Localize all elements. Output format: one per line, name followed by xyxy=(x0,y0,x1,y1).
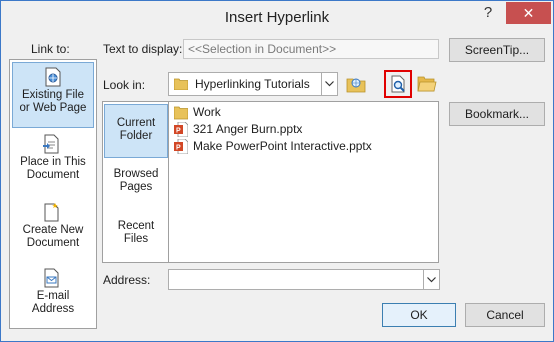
link-to-create-line2: Document xyxy=(26,237,80,249)
nav-browsed-line1: Browsed xyxy=(113,168,159,180)
link-to-create-new-document[interactable]: Create New Document xyxy=(11,200,95,260)
ok-button[interactable]: OK xyxy=(382,303,456,327)
file-name: 321 Anger Burn.pptx xyxy=(193,122,303,136)
folder-icon xyxy=(174,106,188,120)
open-folder-icon xyxy=(417,76,437,92)
nav-current-folder[interactable]: Current Folder xyxy=(104,104,168,158)
link-to-place-line2: Document xyxy=(26,169,80,181)
text-to-display-label: Text to display: xyxy=(103,42,183,56)
new-document-icon xyxy=(44,203,59,222)
link-to-existing-file-line2: or Web Page xyxy=(19,102,87,114)
look-in-label: Look in: xyxy=(103,78,146,92)
address-label: Address: xyxy=(103,273,151,287)
nav-recent-line2: Files xyxy=(123,233,149,245)
nav-current-line2: Folder xyxy=(119,130,153,142)
insert-hyperlink-dialog: Insert Hyperlink ? ✕ Link to: Existing F… xyxy=(0,0,554,342)
web-page-file-icon xyxy=(45,67,61,87)
nav-recent-files[interactable]: Recent Files xyxy=(104,220,168,250)
look-in-combo[interactable]: Hyperlinking Tutorials xyxy=(168,72,338,96)
svg-text:P: P xyxy=(176,145,181,152)
link-to-place-in-document[interactable]: Place in This Document xyxy=(11,132,95,192)
cancel-button[interactable]: Cancel xyxy=(465,303,545,327)
file-list-item[interactable]: Work xyxy=(171,104,433,121)
link-to-existing-file[interactable]: Existing File or Web Page xyxy=(12,62,94,128)
chevron-down-icon xyxy=(427,277,436,283)
link-to-label: Link to: xyxy=(31,42,70,56)
link-to-panel: Existing File or Web Page Place in This … xyxy=(9,59,97,329)
file-list: Work P 321 Anger Burn.pptx P Make PowerP… xyxy=(168,101,439,263)
magnifier-search-icon xyxy=(391,75,405,93)
pptx-file-icon: P xyxy=(174,122,188,137)
address-dropdown-arrow[interactable] xyxy=(423,270,439,289)
link-to-place-line1: Place in This xyxy=(20,156,86,168)
text-to-display-field[interactable]: <<Selection in Document>> xyxy=(183,39,439,59)
look-in-dropdown-arrow[interactable] xyxy=(321,73,337,95)
location-nav-panel: Current Folder Browsed Pages Recent File… xyxy=(102,101,169,263)
chevron-down-icon xyxy=(325,81,334,87)
svg-text:P: P xyxy=(176,128,181,135)
nav-browsed-line2: Pages xyxy=(119,181,153,193)
document-place-icon xyxy=(43,134,59,154)
email-icon xyxy=(44,268,59,288)
nav-current-line1: Current xyxy=(116,117,156,129)
help-button[interactable]: ? xyxy=(473,2,503,24)
file-list-item[interactable]: P 321 Anger Burn.pptx xyxy=(171,121,433,138)
browse-web-icon xyxy=(346,78,366,93)
file-name: Work xyxy=(193,105,221,119)
browse-file-button[interactable] xyxy=(384,70,412,98)
screentip-button[interactable]: ScreenTip... xyxy=(449,38,545,62)
address-combo[interactable] xyxy=(168,269,440,290)
folder-icon xyxy=(174,78,188,90)
link-to-email-line2: Address xyxy=(31,303,75,315)
bookmark-button[interactable]: Bookmark... xyxy=(449,102,545,126)
close-button[interactable]: ✕ xyxy=(506,2,551,24)
nav-recent-line1: Recent xyxy=(117,220,155,232)
nav-browsed-pages[interactable]: Browsed Pages xyxy=(104,168,168,198)
link-to-existing-file-line1: Existing File xyxy=(22,89,84,101)
pptx-file-icon: P xyxy=(174,139,188,154)
title-bar: Insert Hyperlink ? ✕ xyxy=(1,1,553,33)
browse-web-button[interactable] xyxy=(344,72,368,96)
open-folder-button[interactable] xyxy=(415,72,439,96)
link-to-email-line1: E-mail xyxy=(36,290,70,302)
link-to-create-line1: Create New xyxy=(22,224,84,236)
file-list-item[interactable]: P Make PowerPoint Interactive.pptx xyxy=(171,138,433,155)
link-to-email-address[interactable]: E-mail Address xyxy=(11,266,95,324)
file-name: Make PowerPoint Interactive.pptx xyxy=(193,139,372,153)
dialog-title: Insert Hyperlink xyxy=(224,9,330,26)
look-in-value: Hyperlinking Tutorials xyxy=(195,77,310,91)
